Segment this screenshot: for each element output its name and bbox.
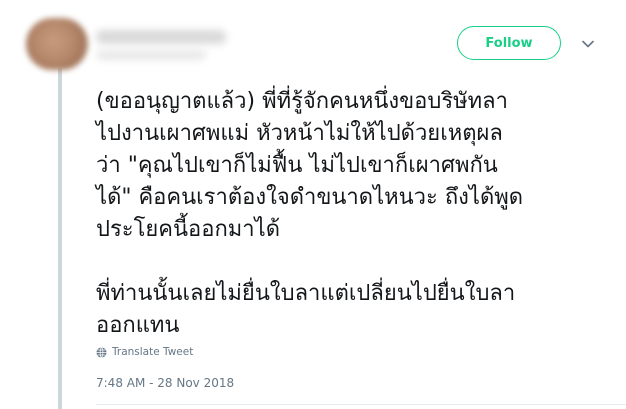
- tweet-text-line: ออกแทน: [96, 313, 180, 338]
- translate-label: Translate Tweet: [112, 346, 194, 358]
- tweet-timestamp[interactable]: 7:48 AM - 28 Nov 2018: [96, 376, 234, 390]
- tweet-text-line: ได้" คือคนเราต้องใจดำขนาดไหนวะ ถึงได้พูด: [96, 185, 524, 210]
- avatar[interactable]: [26, 18, 88, 70]
- thread-line: [58, 68, 62, 409]
- tweet-text-line: ไปงานเผาศพแม่ หัวหน้าไม่ให้ไปด้วยเหตุผล: [96, 121, 503, 146]
- tweet-text-line: (ขออนุญาตแล้ว) พี่ที่รู้จักคนหนึ่งขอบริษ…: [96, 89, 509, 114]
- user-name-redacted[interactable]: [96, 30, 226, 44]
- divider: [96, 404, 626, 405]
- tweet-card: Follow (ขออนุญาตแล้ว) พี่ที่รู้จักคนหนึ่…: [0, 0, 626, 409]
- tweet-text-line: ประโยคนี้ออกมาได้: [96, 217, 281, 242]
- translate-tweet-link[interactable]: Translate Tweet: [96, 346, 193, 358]
- globe-icon: [96, 346, 107, 358]
- chevron-down-icon[interactable]: [580, 36, 596, 52]
- user-handle-redacted: [96, 50, 206, 60]
- tweet-text-line: ว่า "คุณไปเขาก็ไม่ฟื้น ไม่ไปเขาก็เผาศพกั…: [96, 153, 498, 178]
- tweet-text: (ขออนุญาตแล้ว) พี่ที่รู้จักคนหนึ่งขอบริษ…: [96, 86, 608, 342]
- tweet-text-line: พี่ท่านนั้นเลยไม่ยื่นใบลาแต่เปลี่ยนไปยื่…: [96, 281, 516, 306]
- follow-button[interactable]: Follow: [457, 26, 561, 60]
